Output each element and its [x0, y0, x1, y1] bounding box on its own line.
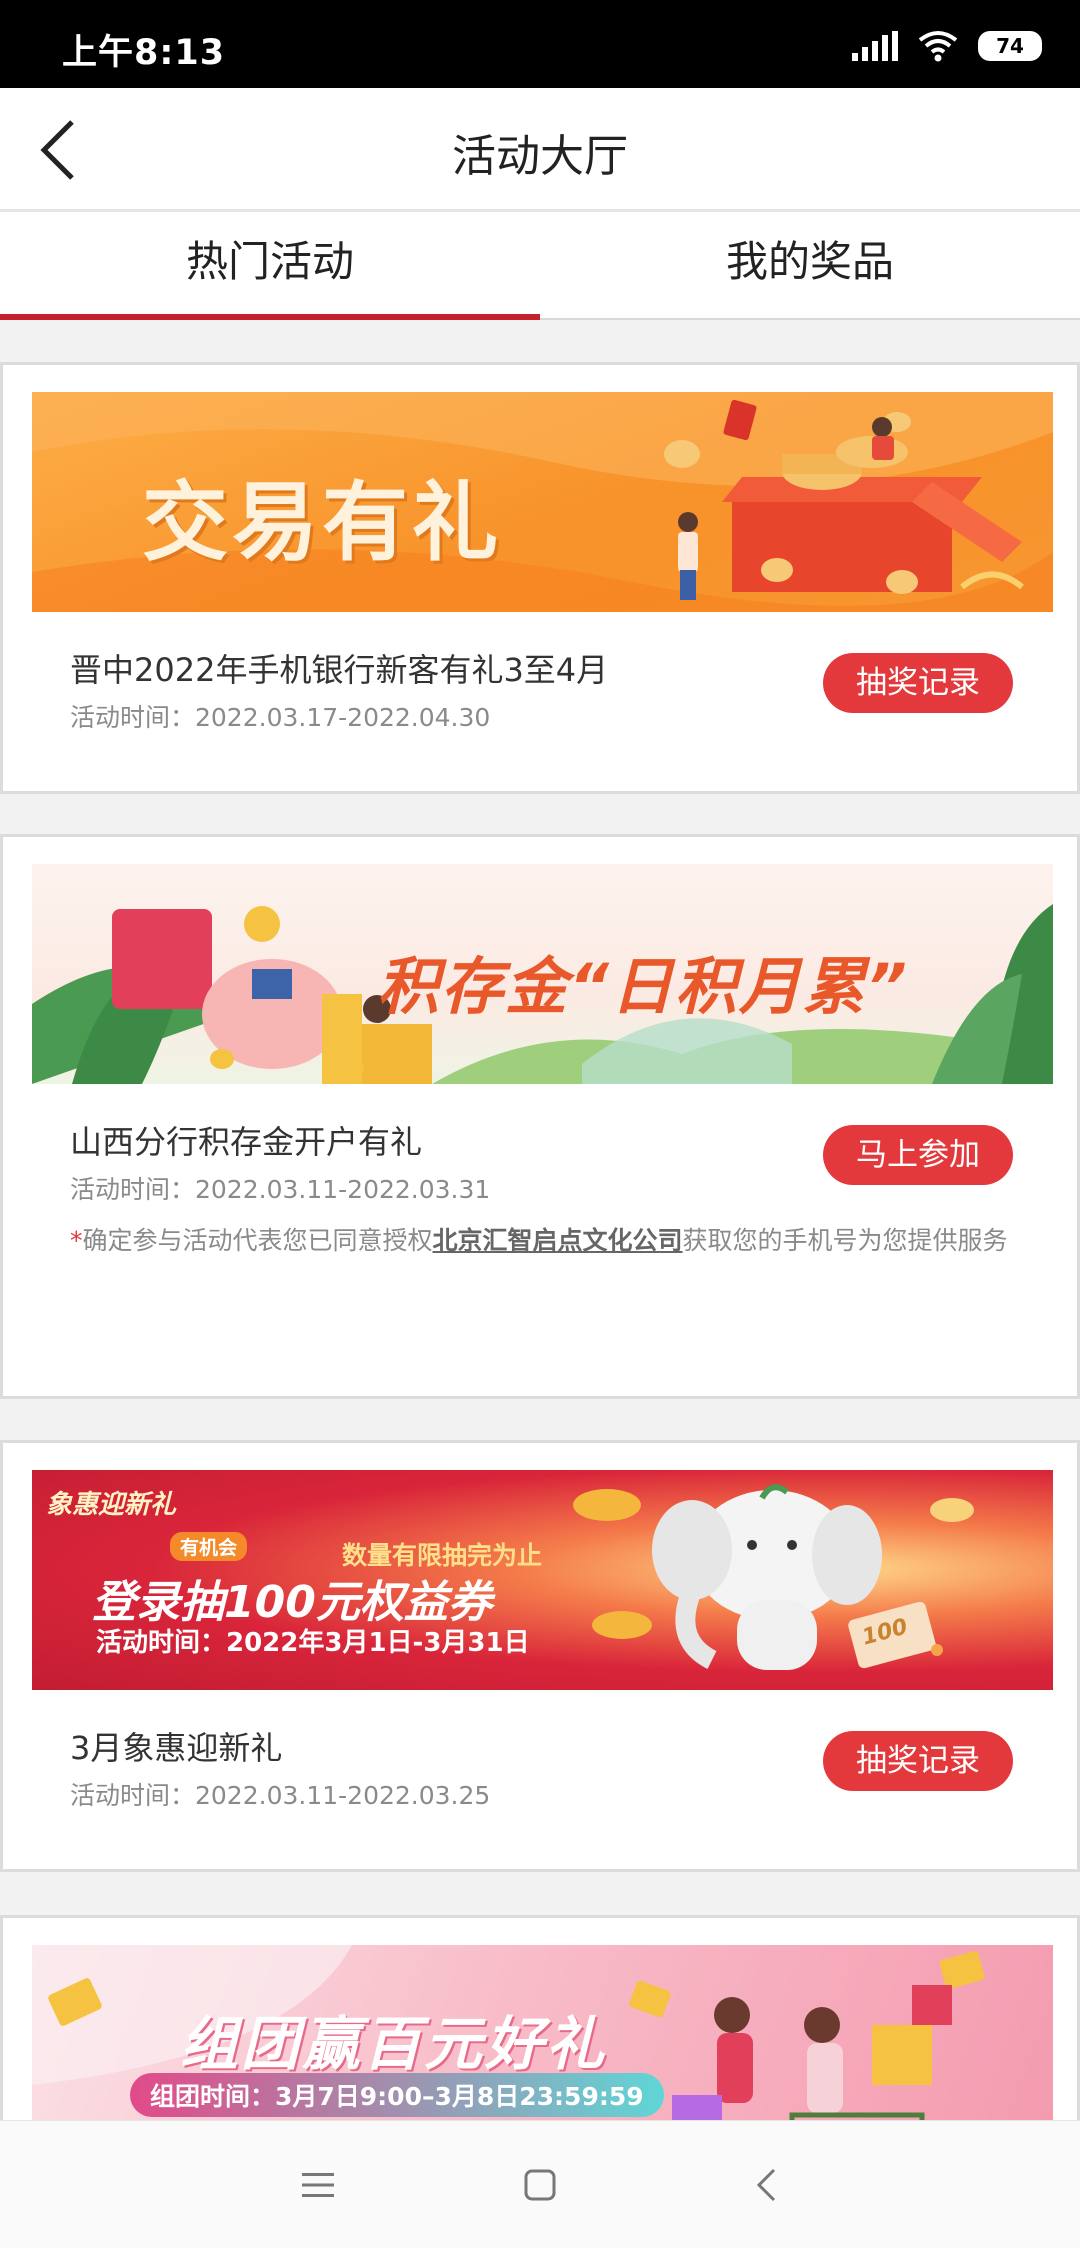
banner-headline: 登录抽100元权益券	[92, 1577, 492, 1628]
activity-banner[interactable]: 交易有礼	[32, 392, 1053, 612]
tab-my-prizes[interactable]: 我的奖品	[540, 212, 1080, 318]
activity-time: 活动时间：2022.03.11-2022.03.25	[70, 1781, 491, 1810]
note-suffix: 获取您的手机号为您提供服务	[682, 1226, 1008, 1255]
note-prefix: 确定参与活动代表您已同意授权	[82, 1226, 433, 1255]
menu-icon	[302, 2173, 334, 2197]
banner-badge: 有机会	[170, 1532, 248, 1561]
activity-time: 活动时间：2022.03.17-2022.04.30	[70, 703, 491, 732]
activity-time: 活动时间：2022.03.11-2022.03.31	[70, 1175, 491, 1204]
join-now-button[interactable]: 马上参加	[823, 1125, 1013, 1185]
banner-headline: 交易有礼	[142, 473, 502, 573]
app-header: 活动大厅	[0, 88, 1080, 212]
activity-card[interactable]: 象惠迎新礼 有机会 数量有限抽完为止 登录抽100元权益券 活动时间：2022年…	[0, 1440, 1080, 1872]
status-icons: 74	[852, 28, 1042, 64]
nav-menu-button[interactable]	[288, 2155, 348, 2215]
banner-time: 组团时间：3月7日9:00–3月8日23:59:59	[130, 2073, 664, 2117]
wifi-icon	[918, 31, 958, 62]
banner-headline: 组团赢百元好礼	[180, 2010, 608, 2078]
activity-title: 3月象惠迎新礼	[70, 1729, 283, 1767]
draw-record-button[interactable]: 抽奖记录	[823, 1731, 1013, 1791]
activity-title: 山西分行积存金开户有礼	[70, 1123, 423, 1161]
authorization-note: *确定参与活动代表您已同意授权北京汇智启点文化公司获取您的手机号为您提供服务	[70, 1209, 1080, 1273]
system-nav-bar	[0, 2120, 1080, 2248]
required-star: *	[70, 1226, 83, 1255]
activity-banner[interactable]: 象惠迎新礼 有机会 数量有限抽完为止 登录抽100元权益券 活动时间：2022年…	[32, 1470, 1053, 1690]
back-triangle-icon	[756, 2168, 776, 2202]
banner-time: 活动时间：2022年3月1日-3月31日	[96, 1628, 530, 1658]
nav-home-button[interactable]	[510, 2155, 570, 2215]
status-time: 上午8:13	[62, 33, 226, 73]
page-title: 活动大厅	[452, 131, 628, 182]
activity-card[interactable]: 交易有礼 晋中2022年手机银行新客有礼3至4月 活动时间：2022.03.17…	[0, 362, 1080, 794]
signal-icon	[852, 31, 898, 61]
activity-banner[interactable]: 积存金“日积月累”	[32, 864, 1053, 1084]
activity-card[interactable]: 积存金“日积月累” 山西分行积存金开户有礼 活动时间：2022.03.11-20…	[0, 834, 1080, 1399]
tab-hot-activities[interactable]: 热门活动	[0, 212, 540, 320]
banner-logo: 象惠迎新礼	[46, 1490, 177, 1520]
tab-bar: 热门活动 我的奖品	[0, 212, 1080, 320]
draw-record-button[interactable]: 抽奖记录	[823, 653, 1013, 713]
square-icon	[524, 2169, 556, 2201]
status-bar: 上午8:13 74	[0, 0, 1080, 88]
banner-headline: 积存金“日积月累”	[377, 950, 909, 1023]
battery-indicator: 74	[978, 31, 1042, 61]
company-link[interactable]: 北京汇智启点文化公司	[433, 1226, 683, 1255]
nav-back-button[interactable]	[736, 2155, 796, 2215]
activity-title: 晋中2022年手机银行新客有礼3至4月	[70, 651, 609, 689]
